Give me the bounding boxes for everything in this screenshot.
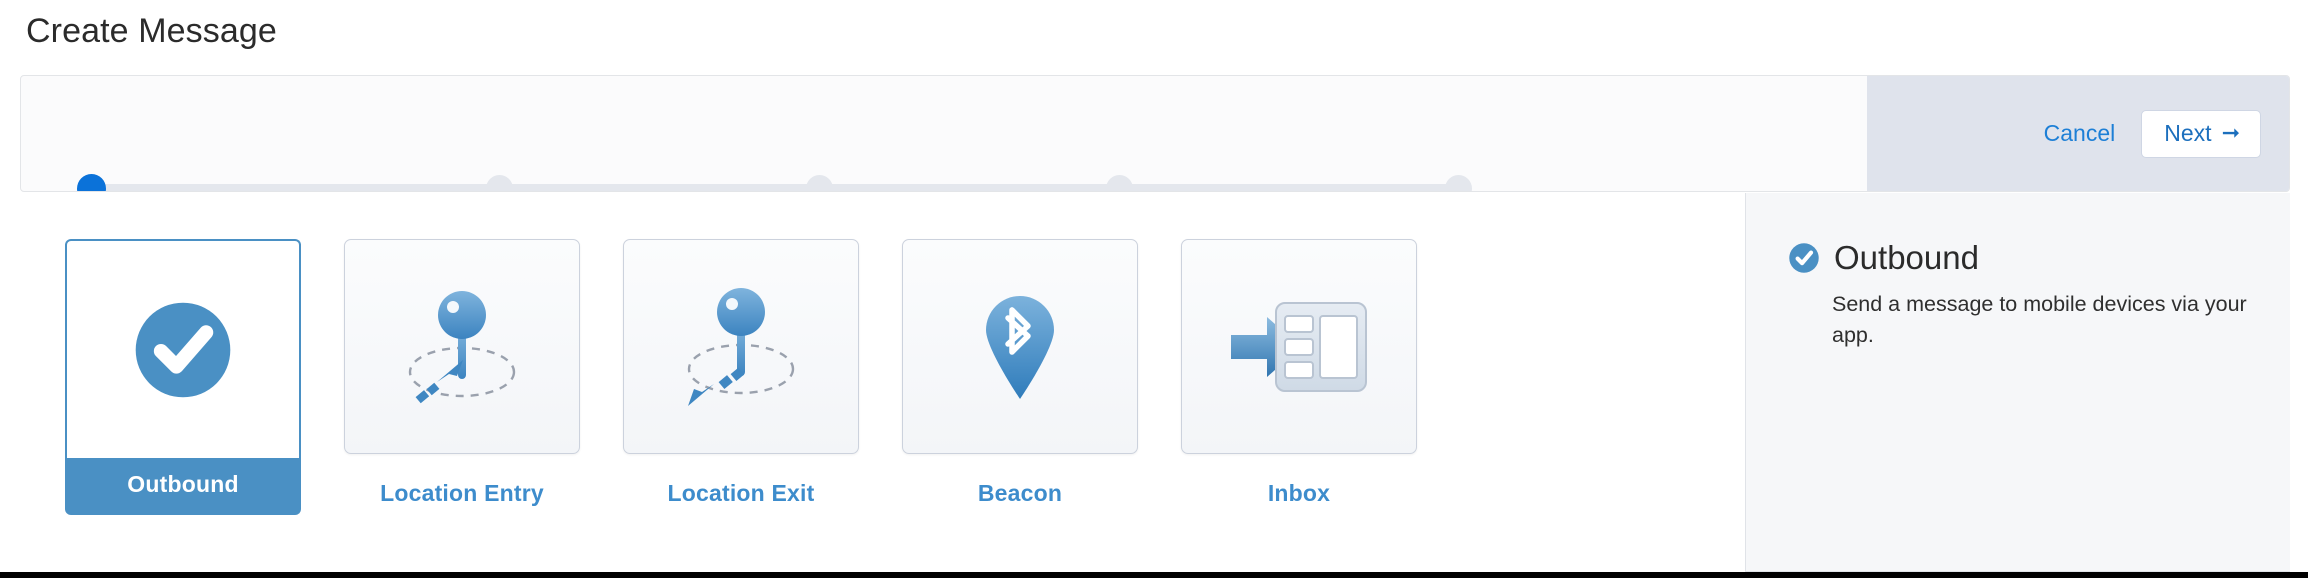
check-circle-icon [135, 302, 231, 398]
cancel-button[interactable]: Cancel [2044, 120, 2116, 147]
check-circle-icon [1789, 243, 1819, 273]
map-pin-exit-icon [687, 287, 795, 406]
template-card-label: Beacon [977, 480, 1063, 506]
template-card-location-entry[interactable]: Location Entry [344, 239, 580, 507]
template-card-tile [65, 239, 301, 459]
template-card-outbound[interactable]: Outbound [65, 239, 301, 515]
progress-track [91, 184, 1458, 191]
bluetooth-pin-icon [986, 295, 1054, 399]
template-card-label: Outbound [65, 458, 301, 515]
template-card-tile [623, 239, 859, 454]
template-card-label: Inbox [1267, 480, 1331, 506]
detail-title: Outbound [1834, 239, 1979, 276]
template-card-tile [902, 239, 1138, 454]
step-dot [486, 175, 513, 191]
step-dot [1445, 175, 1472, 191]
inbox-arrow-icon [1231, 301, 1367, 392]
template-detail-panel: Outbound Send a message to mobile device… [1745, 193, 2290, 572]
create-message-screen: Create Message SELECT TEMPLATE DEFINE PR… [0, 0, 2308, 578]
detail-header: Outbound [1788, 239, 2250, 277]
template-card-location-exit[interactable]: Location Exit [623, 239, 859, 507]
main-content: Outbound Location Entry Location Exit Be… [20, 193, 2290, 572]
next-button[interactable]: Next ➞ [2141, 109, 2261, 158]
arrow-right-icon: ➞ [2221, 120, 2240, 145]
template-card-beacon[interactable]: Beacon [902, 239, 1138, 507]
step-dot [806, 175, 833, 191]
next-button-label: Next [2164, 119, 2212, 146]
template-card-list: Outbound Location Entry Location Exit Be… [20, 193, 1745, 572]
map-pin-entry-icon [408, 290, 516, 403]
page-title: Create Message [26, 12, 277, 50]
template-card-tile [344, 239, 580, 454]
wizard-steps: SELECT TEMPLATE DEFINE PROPERTIES SELECT… [21, 76, 1868, 191]
step-dot [1106, 175, 1133, 191]
template-card-tile [1181, 239, 1417, 454]
detail-description: Send a message to mobile devices via you… [1832, 292, 2247, 347]
step-dot-current [77, 174, 106, 191]
wizard-progress-bar: SELECT TEMPLATE DEFINE PROPERTIES SELECT… [20, 75, 2290, 192]
template-card-label: Location Exit [667, 480, 815, 506]
template-card-label: Location Entry [380, 480, 544, 506]
wizard-actions: Cancel Next ➞ [1867, 76, 2289, 191]
template-card-inbox[interactable]: Inbox [1181, 239, 1417, 507]
